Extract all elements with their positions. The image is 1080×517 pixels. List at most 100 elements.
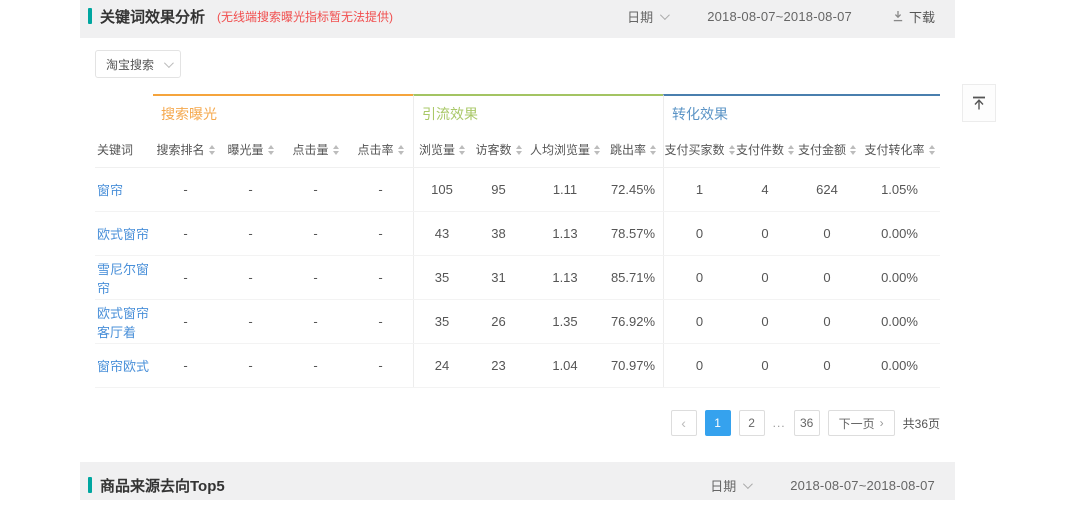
column-header-keyword: 关键词 <box>95 132 153 167</box>
column-header-payment-amount[interactable]: 支付金额 <box>795 132 859 167</box>
cell: 43 <box>413 212 470 255</box>
sort-icon <box>268 145 274 155</box>
column-header-paid-items[interactable]: 支付件数 <box>735 132 795 167</box>
cell: - <box>218 256 283 299</box>
cell: 1.05% <box>859 168 940 211</box>
cell: 0 <box>795 212 859 255</box>
cell: - <box>348 344 413 387</box>
table-row: 欧式窗帘客厅着 - - - - 35 26 1.35 76.92% 0 0 0 … <box>95 300 940 344</box>
column-header-avg-views[interactable]: 人均浏览量 <box>527 132 603 167</box>
pagination-page-36[interactable]: 36 <box>794 410 820 436</box>
pagination-next-label: 下一页 <box>839 415 875 432</box>
channel-select-value: 淘宝搜索 <box>106 56 154 73</box>
cell: - <box>283 300 348 343</box>
table-row: 窗帘 - - - - 105 95 1.11 72.45% 1 4 624 1.… <box>95 168 940 212</box>
chevron-down-icon <box>743 479 753 489</box>
cell: 1.35 <box>527 300 603 343</box>
section-title: 关键词效果分析 <box>100 6 205 27</box>
cell: 24 <box>413 344 470 387</box>
section-note: (无线端搜索曝光指标暂无法提供) <box>217 8 393 25</box>
sort-icon <box>850 145 856 155</box>
next-card-top <box>80 500 955 517</box>
date-range: 2018-08-07~2018-08-07 <box>790 478 935 493</box>
pagination-page-1[interactable]: 1 <box>705 410 731 436</box>
keyword-link[interactable]: 欧式窗帘 <box>95 224 149 243</box>
cell: 70.97% <box>603 344 663 387</box>
cell: 72.45% <box>603 168 663 211</box>
keyword-link[interactable]: 欧式窗帘客厅着 <box>95 303 153 341</box>
cell: 23 <box>470 344 527 387</box>
section-header-product-source: 商品来源去向Top5 日期 2018-08-07~2018-08-07 <box>80 470 955 500</box>
sort-icon <box>209 145 215 155</box>
sort-icon <box>650 145 656 155</box>
column-header-ctr[interactable]: 点击率 <box>348 132 413 167</box>
keyword-link[interactable]: 窗帘 <box>95 180 123 199</box>
cell: - <box>348 212 413 255</box>
column-header-search-rank[interactable]: 搜索排名 <box>153 132 218 167</box>
download-button[interactable]: 下载 <box>892 7 935 26</box>
cell: - <box>153 344 218 387</box>
back-to-top-icon <box>970 94 988 112</box>
group-search-exposure: 搜索曝光 <box>153 94 413 132</box>
section-title: 商品来源去向Top5 <box>100 475 225 496</box>
cell: - <box>153 212 218 255</box>
sort-icon <box>788 145 794 155</box>
table-row: 窗帘欧式 - - - - 24 23 1.04 70.97% 0 0 0 0.0… <box>95 344 940 388</box>
cell: 95 <box>470 168 527 211</box>
chevron-right-icon: › <box>880 416 884 430</box>
column-header-paying-buyers[interactable]: 支付买家数 <box>663 132 735 167</box>
cell: 0.00% <box>859 300 940 343</box>
cell: 85.71% <box>603 256 663 299</box>
cell: - <box>283 344 348 387</box>
cell: 0 <box>663 256 735 299</box>
cell: 0 <box>735 256 795 299</box>
date-filter-dropdown[interactable]: 日期 <box>627 7 667 26</box>
sort-icon <box>459 145 465 155</box>
column-header-pageviews[interactable]: 浏览量 <box>413 132 470 167</box>
download-icon <box>892 10 904 22</box>
column-header-clicks[interactable]: 点击量 <box>283 132 348 167</box>
column-header-visitors[interactable]: 访客数 <box>470 132 527 167</box>
sort-icon <box>516 145 522 155</box>
sort-icon <box>333 145 339 155</box>
cell: 0.00% <box>859 256 940 299</box>
pagination: ‹ 1 2 ... 36 下一页 › 共36页 <box>95 410 940 436</box>
cell: - <box>153 256 218 299</box>
cell: - <box>153 168 218 211</box>
cell: 35 <box>413 256 470 299</box>
column-header-bounce-rate[interactable]: 跳出率 <box>603 132 663 167</box>
cell: - <box>348 168 413 211</box>
pagination-next-button[interactable]: 下一页 › <box>828 410 895 436</box>
pagination-prev-button[interactable]: ‹ <box>671 410 697 436</box>
keyword-link[interactable]: 窗帘欧式 <box>95 356 149 375</box>
cell: 35 <box>413 300 470 343</box>
cell: 1.13 <box>527 256 603 299</box>
cell: 31 <box>470 256 527 299</box>
pagination-total: 共36页 <box>903 415 940 432</box>
cell: 1.04 <box>527 344 603 387</box>
pagination-ellipsis: ... <box>773 416 786 430</box>
cell: 0 <box>663 344 735 387</box>
cell: 26 <box>470 300 527 343</box>
channel-select[interactable]: 淘宝搜索 <box>95 50 181 78</box>
column-group-row: 搜索曝光 引流效果 转化效果 <box>95 94 940 132</box>
section-accent-bar <box>88 8 92 24</box>
date-range: 2018-08-07~2018-08-07 <box>707 9 852 24</box>
table-header-row: 关键词 搜索排名 曝光量 点击量 点击率 浏览量 访客数 人均浏览量 跳出率 支… <box>95 132 940 168</box>
cell: - <box>283 256 348 299</box>
column-header-payment-conversion[interactable]: 支付转化率 <box>859 132 940 167</box>
pagination-page-2[interactable]: 2 <box>739 410 765 436</box>
column-header-exposure[interactable]: 曝光量 <box>218 132 283 167</box>
keyword-link[interactable]: 雪尼尔窗帘 <box>95 259 153 297</box>
keyword-table-card: 淘宝搜索 搜索曝光 引流效果 转化效果 关键词 搜索排名 曝光量 点击量 点击率… <box>80 38 955 462</box>
section-header-keyword-analysis: 关键词效果分析 (无线端搜索曝光指标暂无法提供) 日期 2018-08-07~2… <box>80 0 955 32</box>
cell: - <box>218 168 283 211</box>
cell: 0 <box>735 344 795 387</box>
table-row: 雪尼尔窗帘 - - - - 35 31 1.13 85.71% 0 0 0 0.… <box>95 256 940 300</box>
cell: 0 <box>795 256 859 299</box>
date-filter-dropdown[interactable]: 日期 <box>710 476 750 495</box>
back-to-top-button[interactable] <box>962 84 996 122</box>
sort-icon <box>398 145 404 155</box>
section-accent-bar <box>88 477 92 493</box>
cell: 0 <box>663 212 735 255</box>
